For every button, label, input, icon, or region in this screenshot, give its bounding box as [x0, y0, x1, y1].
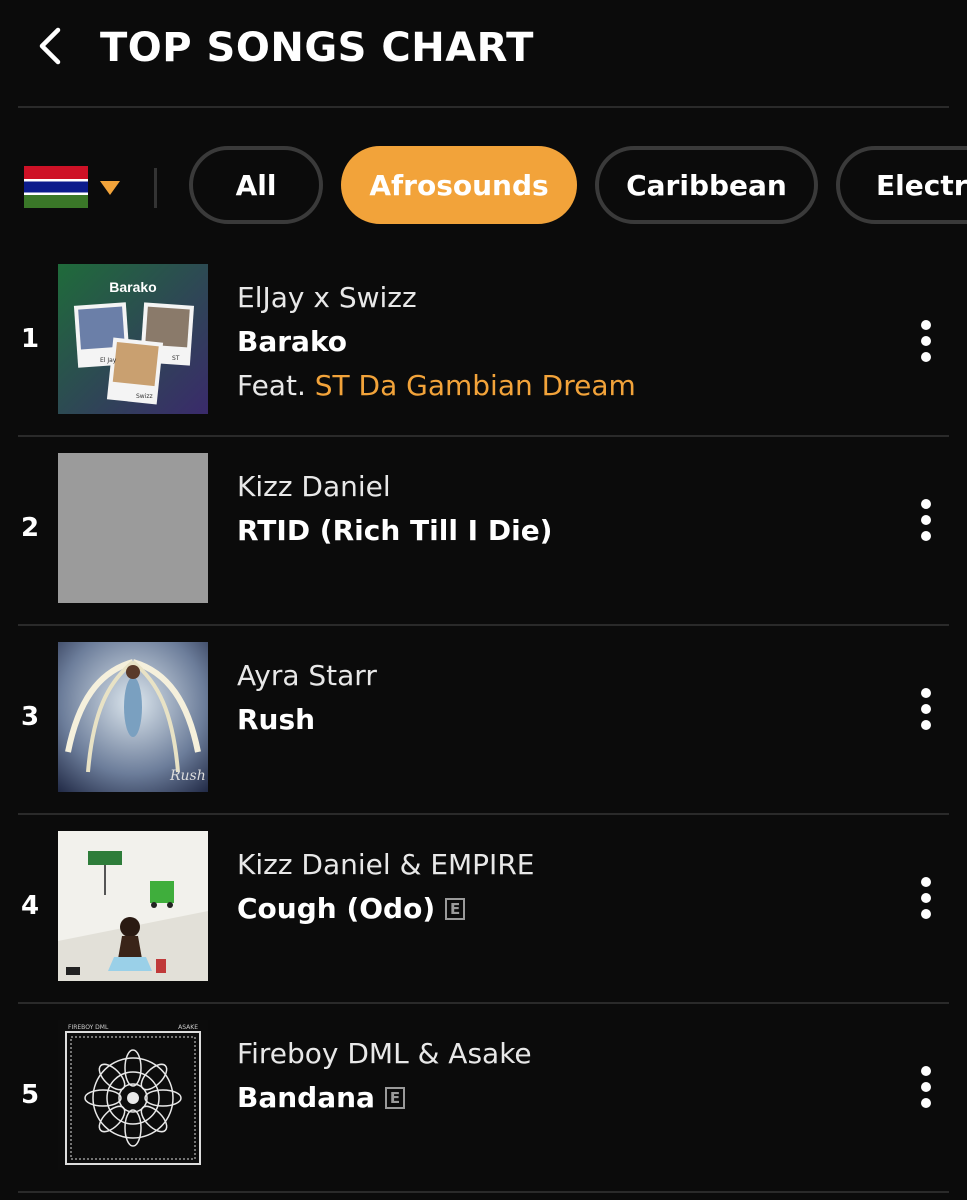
- explicit-badge: E: [384, 1087, 405, 1109]
- song-info: Kizz Daniel & EMPIRE Cough (Odo) E: [237, 843, 877, 931]
- cover-title-text: Rush: [169, 768, 206, 784]
- album-cover[interactable]: Rush: [58, 642, 208, 792]
- chip-all[interactable]: All: [189, 146, 323, 224]
- cover-caption: Swizz: [136, 393, 153, 400]
- back-button[interactable]: [30, 24, 74, 68]
- more-vertical-icon: [921, 320, 931, 362]
- song-rank: 3: [20, 702, 40, 732]
- cover-caption: ST: [172, 355, 180, 362]
- cough-cover-art: [58, 831, 208, 981]
- song-info: ElJay x Swizz Barako Feat. ST Da Gambian…: [237, 276, 877, 408]
- song-title-text: Rush: [237, 703, 316, 736]
- more-vertical-icon: [921, 877, 931, 919]
- song-info: Fireboy DML & Asake Bandana E: [237, 1032, 877, 1120]
- song-title: Bandana E: [237, 1076, 877, 1120]
- cover-caption: ASAKE: [178, 1024, 198, 1031]
- album-cover[interactable]: [58, 831, 208, 981]
- more-options-button[interactable]: [906, 875, 946, 935]
- song-rank: 4: [20, 891, 40, 921]
- song-info: Ayra Starr Rush: [237, 654, 877, 742]
- more-options-button[interactable]: [906, 497, 946, 557]
- song-artist: Fireboy DML & Asake: [237, 1037, 532, 1070]
- featured-artists: Feat. ST Da Gambian Dream: [237, 364, 877, 408]
- chip-electro[interactable]: Electro: [836, 146, 967, 224]
- more-vertical-icon: [921, 499, 931, 541]
- song-artist: ElJay x Swizz: [237, 281, 417, 314]
- more-options-button[interactable]: [906, 686, 946, 746]
- song-row[interactable]: 1 Barako El Jay ST Swizz ElJay x Swizz B…: [0, 248, 967, 437]
- chip-caribbean[interactable]: Caribbean: [595, 146, 818, 224]
- row-divider: [18, 1191, 949, 1193]
- song-artist: Kizz Daniel & EMPIRE: [237, 848, 535, 881]
- chip-afrosounds[interactable]: Afrosounds: [341, 146, 577, 224]
- chevron-left-icon: [39, 27, 61, 65]
- song-title-text: Bandana: [237, 1081, 375, 1114]
- song-title-text: Barako: [237, 325, 348, 358]
- more-options-button[interactable]: [906, 318, 946, 378]
- feat-label: Feat.: [237, 369, 306, 402]
- song-rank: 1: [20, 324, 40, 354]
- song-title: Barako: [237, 320, 877, 364]
- country-dropdown-button[interactable]: [100, 180, 120, 195]
- album-cover[interactable]: [58, 453, 208, 603]
- song-row[interactable]: 2 Kizz Daniel RTID (Rich Till I Die): [0, 437, 967, 626]
- song-row[interactable]: 3 Rush Ayra Starr Rush: [0, 626, 967, 815]
- cover-caption: FIREBOY DML: [68, 1024, 109, 1031]
- caret-down-icon: [100, 181, 120, 195]
- song-info: Kizz Daniel RTID (Rich Till I Die): [237, 465, 877, 553]
- song-title: Cough (Odo) E: [237, 887, 877, 931]
- cover-title-text: Barako: [109, 279, 156, 295]
- placeholder-cover-art: [58, 453, 208, 603]
- song-rank: 5: [20, 1080, 40, 1110]
- more-vertical-icon: [921, 1066, 931, 1108]
- bandana-cover-art: FIREBOY DML ASAKE: [58, 1020, 208, 1170]
- gambia-flag-icon: [24, 166, 88, 208]
- header-divider: [18, 106, 949, 108]
- song-row[interactable]: 4 Kizz Daniel & EMPIRE Cough (Odo) E: [0, 815, 967, 1004]
- song-artist: Ayra Starr: [237, 659, 377, 692]
- genre-filter-bar: All Afrosounds Caribbean Electro: [0, 144, 967, 230]
- album-cover[interactable]: Barako El Jay ST Swizz: [58, 264, 208, 414]
- more-options-button[interactable]: [906, 1064, 946, 1124]
- page-title: TOP SONGS CHART: [100, 25, 534, 71]
- filter-separator: [154, 168, 157, 208]
- barako-cover-art: Barako El Jay ST Swizz: [58, 264, 208, 414]
- rush-cover-art: Rush: [58, 642, 208, 792]
- song-rank: 2: [20, 513, 40, 543]
- more-vertical-icon: [921, 688, 931, 730]
- song-artist: Kizz Daniel: [237, 470, 391, 503]
- song-title: RTID (Rich Till I Die): [237, 509, 877, 553]
- app-header: TOP SONGS CHART: [0, 0, 967, 108]
- cover-caption: El Jay: [100, 357, 117, 364]
- country-flag-selector[interactable]: [24, 166, 88, 208]
- song-title: Rush: [237, 698, 877, 742]
- feat-artist-link[interactable]: ST Da Gambian Dream: [315, 369, 636, 402]
- album-cover[interactable]: FIREBOY DML ASAKE: [58, 1020, 208, 1170]
- song-row[interactable]: 5 FIREBOY DML ASAKE Fireboy DML & Asake …: [0, 1004, 967, 1193]
- song-title-text: Cough (Odo): [237, 892, 436, 925]
- explicit-badge: E: [445, 898, 466, 920]
- song-title-text: RTID (Rich Till I Die): [237, 514, 553, 547]
